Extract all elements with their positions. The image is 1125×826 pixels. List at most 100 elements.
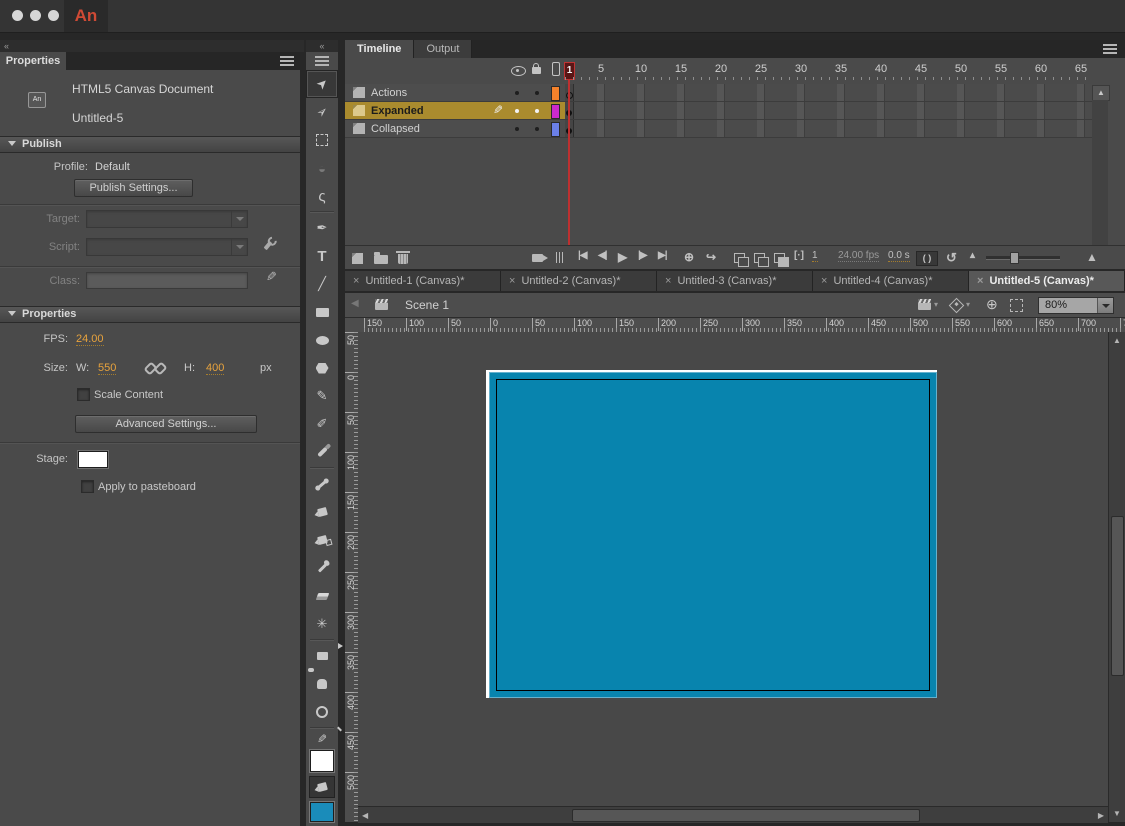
vertical-scrollbar[interactable]: ▲ ▼ — [1108, 332, 1125, 822]
pen-tool[interactable]: ✒ — [306, 214, 338, 242]
hand-tool[interactable] — [306, 670, 338, 698]
outline-all-layers-icon[interactable] — [552, 62, 560, 76]
stroke-color-swatch[interactable] — [310, 750, 334, 772]
scroll-up-arrow[interactable]: ▲ — [1113, 336, 1121, 345]
pencil-icon[interactable]: ✎ — [266, 269, 277, 285]
class-input[interactable] — [86, 272, 248, 289]
tab-untitled-4[interactable]: ×Untitled-4 (Canvas)* — [813, 271, 969, 291]
playhead[interactable] — [568, 79, 570, 245]
layer-visibility-dot[interactable] — [515, 109, 519, 113]
eraser-tool[interactable] — [306, 582, 338, 610]
line-tool[interactable]: ╱ — [306, 270, 338, 298]
loop-playback-button[interactable]: ↪ — [706, 250, 715, 264]
new-folder-button[interactable] — [374, 255, 388, 264]
elapsed-time-value[interactable]: 0.0 s — [888, 250, 910, 262]
onion-skin-outlines-button[interactable] — [754, 253, 765, 263]
layer-name[interactable]: Collapsed — [371, 123, 420, 135]
pencil-tool[interactable]: ✎ — [306, 382, 338, 410]
play-button[interactable]: ▶ — [618, 250, 626, 264]
paint-brush-tool[interactable] — [306, 438, 338, 466]
layer-lock-dot[interactable] — [535, 109, 539, 113]
stroke-color-control[interactable]: ✎ — [306, 730, 338, 748]
scrollbar-thumb[interactable] — [572, 809, 920, 822]
height-value[interactable]: 400 — [206, 362, 224, 375]
step-forward-button[interactable]: |▶ — [638, 250, 647, 261]
stage-color-swatch[interactable] — [78, 451, 108, 468]
pasteboard[interactable] — [358, 332, 1108, 806]
center-frame-button[interactable]: ⊕ — [684, 250, 693, 264]
scrollbar-thumb[interactable] — [1111, 516, 1124, 676]
eyedropper-tool[interactable] — [306, 554, 338, 582]
edit-scene-button[interactable] — [918, 299, 931, 310]
tab-properties[interactable]: Properties — [0, 52, 66, 70]
paint-bucket-tool[interactable] — [306, 498, 338, 526]
layer-visibility-dot[interactable] — [515, 127, 519, 131]
free-transform-tool[interactable] — [306, 126, 338, 154]
layer-outline-color-swatch[interactable] — [551, 86, 560, 101]
current-frame-value[interactable]: 1 — [812, 250, 818, 262]
edit-symbols-button[interactable] — [949, 298, 965, 314]
horizontal-scrollbar[interactable]: ◀ ▶ — [358, 806, 1108, 823]
scroll-down-arrow[interactable]: ▼ — [1113, 809, 1121, 818]
layer-name-area[interactable]: Actions — [345, 84, 565, 101]
selection-tool[interactable]: ➤ — [306, 70, 338, 98]
window-minimize-button[interactable] — [30, 10, 41, 21]
clip-content-button[interactable] — [1010, 299, 1023, 312]
polystar-tool[interactable] — [306, 354, 338, 382]
timeline-zoom-slider[interactable] — [986, 256, 1060, 260]
timeline-zoom-in-icon[interactable]: ▲ — [1086, 250, 1098, 264]
panel-menu-icon[interactable] — [1103, 44, 1117, 54]
advanced-settings-button[interactable]: Advanced Settings... — [75, 415, 257, 433]
scroll-left-arrow[interactable]: ◀ — [362, 811, 368, 820]
properties-section-header[interactable]: Properties — [0, 306, 300, 323]
tools-menu[interactable] — [306, 52, 338, 70]
loop-range-toggle[interactable]: ( ) — [916, 251, 938, 266]
close-icon[interactable]: × — [821, 275, 827, 287]
publish-settings-button[interactable]: Publish Settings... — [74, 179, 193, 197]
add-camera-button[interactable] — [532, 254, 543, 262]
layer-outline-color-swatch[interactable] — [551, 104, 560, 119]
slider-thumb[interactable] — [1010, 252, 1019, 264]
tab-untitled-3[interactable]: ×Untitled-3 (Canvas)* — [657, 271, 813, 291]
tab-untitled-5[interactable]: ×Untitled-5 (Canvas)* — [969, 271, 1125, 291]
layer-frames[interactable] — [565, 84, 1092, 101]
script-dropdown[interactable] — [86, 238, 248, 256]
scroll-right-arrow[interactable]: ▶ — [1098, 811, 1104, 820]
zoom-tool[interactable] — [306, 698, 338, 726]
layer-lock-dot[interactable] — [535, 91, 539, 95]
wrench-icon[interactable] — [264, 241, 273, 250]
layer-lock-dot[interactable] — [535, 127, 539, 131]
fill-color-control[interactable] — [309, 776, 335, 798]
marker-range-icon[interactable] — [556, 252, 563, 263]
oval-tool[interactable] — [306, 326, 338, 354]
edit-multiple-frames-button[interactable] — [774, 253, 785, 263]
brush-tool[interactable]: ✐ — [306, 410, 338, 438]
tab-timeline[interactable]: Timeline — [345, 40, 414, 58]
text-tool[interactable]: T — [306, 242, 338, 270]
fps-value[interactable]: 24.00 — [76, 333, 104, 346]
width-value[interactable]: 550 — [98, 362, 116, 375]
link-broken-icon[interactable] — [146, 361, 164, 373]
frame-rate-value[interactable]: 24.00 fps — [838, 250, 879, 262]
timeline-scroll-up[interactable]: ▲ — [1092, 85, 1110, 101]
3d-rotation-tool[interactable]: ◒ — [306, 154, 338, 182]
collapse-tools-button[interactable]: « — [306, 40, 338, 52]
layer-name[interactable]: Actions — [371, 87, 407, 99]
chevron-down-icon[interactable]: ▾ — [934, 300, 938, 309]
asset-warp-tool[interactable]: ✳ — [306, 610, 338, 638]
layer-outline-color-swatch[interactable] — [551, 122, 560, 137]
close-icon[interactable]: × — [665, 275, 671, 287]
onion-skin-button[interactable] — [734, 253, 745, 263]
layer-row-expanded[interactable]: Expanded ✎ — [345, 102, 1108, 120]
close-icon[interactable]: × — [977, 275, 983, 287]
layer-name-area[interactable]: Expanded ✎ — [345, 102, 565, 119]
subselection-tool[interactable]: ➢ — [306, 98, 338, 126]
tab-output[interactable]: Output — [414, 40, 472, 58]
go-to-first-frame-button[interactable]: |◀ — [578, 250, 587, 261]
fill-color-swatch[interactable] — [310, 802, 334, 822]
tab-untitled-1[interactable]: ×Untitled-1 (Canvas)* — [345, 271, 501, 291]
collapse-panel-button[interactable]: « — [0, 40, 304, 52]
delete-layer-button[interactable] — [398, 254, 408, 264]
layer-name-area[interactable]: Collapsed — [345, 120, 565, 137]
center-stage-button[interactable]: ⊕ — [986, 296, 998, 313]
